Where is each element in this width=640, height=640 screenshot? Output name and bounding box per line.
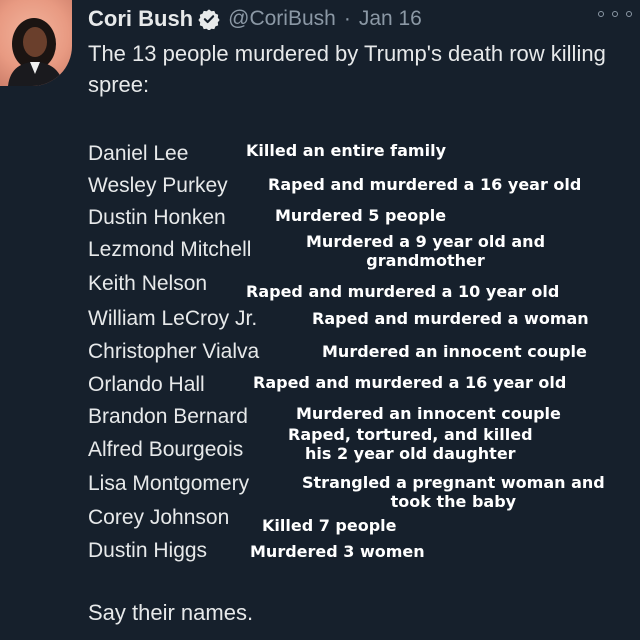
list-item-name: Dustin Honken xyxy=(88,206,226,229)
crime-annotation: Murdered 3 women xyxy=(250,542,425,561)
crime-annotation: Killed an entire family xyxy=(246,141,446,160)
crime-annotation-line: grandmother xyxy=(366,251,485,270)
tweet-closing: Say their names. xyxy=(88,600,254,625)
crime-annotation: Raped and murdered a 10 year old xyxy=(246,282,560,301)
list-item-name: Lezmond Mitchell xyxy=(88,238,252,261)
crime-annotation-line: Murdered a 9 year old and xyxy=(306,232,546,251)
crime-annotation: Murdered a 9 year old and grandmother xyxy=(306,232,545,270)
crime-annotation-line: his 2 year old daughter xyxy=(304,444,516,463)
crime-annotation-line: took the baby xyxy=(390,492,517,511)
crime-annotation-line: Raped, tortured, and killed xyxy=(288,425,533,444)
crime-annotation: Murdered 5 people xyxy=(275,206,447,225)
avatar-portrait xyxy=(8,18,64,86)
list-item-name: Lisa Montgomery xyxy=(88,472,250,495)
crime-annotation: Raped and murdered a 16 year old xyxy=(268,175,582,194)
names-list: Daniel Lee Killed an entire family Wesle… xyxy=(88,0,640,640)
avatar[interactable] xyxy=(0,0,72,86)
list-item-name: Christopher Vialva xyxy=(88,340,260,363)
crime-annotation: Raped and murdered a woman xyxy=(312,309,589,328)
list-item-name: Alfred Bourgeois xyxy=(88,438,244,461)
crime-annotation: Raped, tortured, and killed his 2 year o… xyxy=(288,425,533,463)
list-item-name: Dustin Higgs xyxy=(88,539,208,562)
list-item-name: Keith Nelson xyxy=(88,272,208,295)
list-item-name: Wesley Purkey xyxy=(88,174,228,197)
list-item-name: William LeCroy Jr. xyxy=(88,307,258,330)
crime-annotation-line: Strangled a pregnant woman and xyxy=(302,473,605,492)
crime-annotation: Killed 7 people xyxy=(262,516,397,535)
crime-annotation: Raped and murdered a 16 year old xyxy=(253,373,567,392)
list-item-name: Brandon Bernard xyxy=(88,405,248,428)
crime-annotation: Murdered an innocent couple xyxy=(296,404,561,423)
list-item-name: Daniel Lee xyxy=(88,142,189,165)
crime-annotation: Strangled a pregnant woman and took the … xyxy=(302,473,605,511)
list-item-name: Corey Johnson xyxy=(88,506,230,529)
crime-annotation: Murdered an innocent couple xyxy=(322,342,587,361)
list-item-name: Orlando Hall xyxy=(88,373,205,396)
